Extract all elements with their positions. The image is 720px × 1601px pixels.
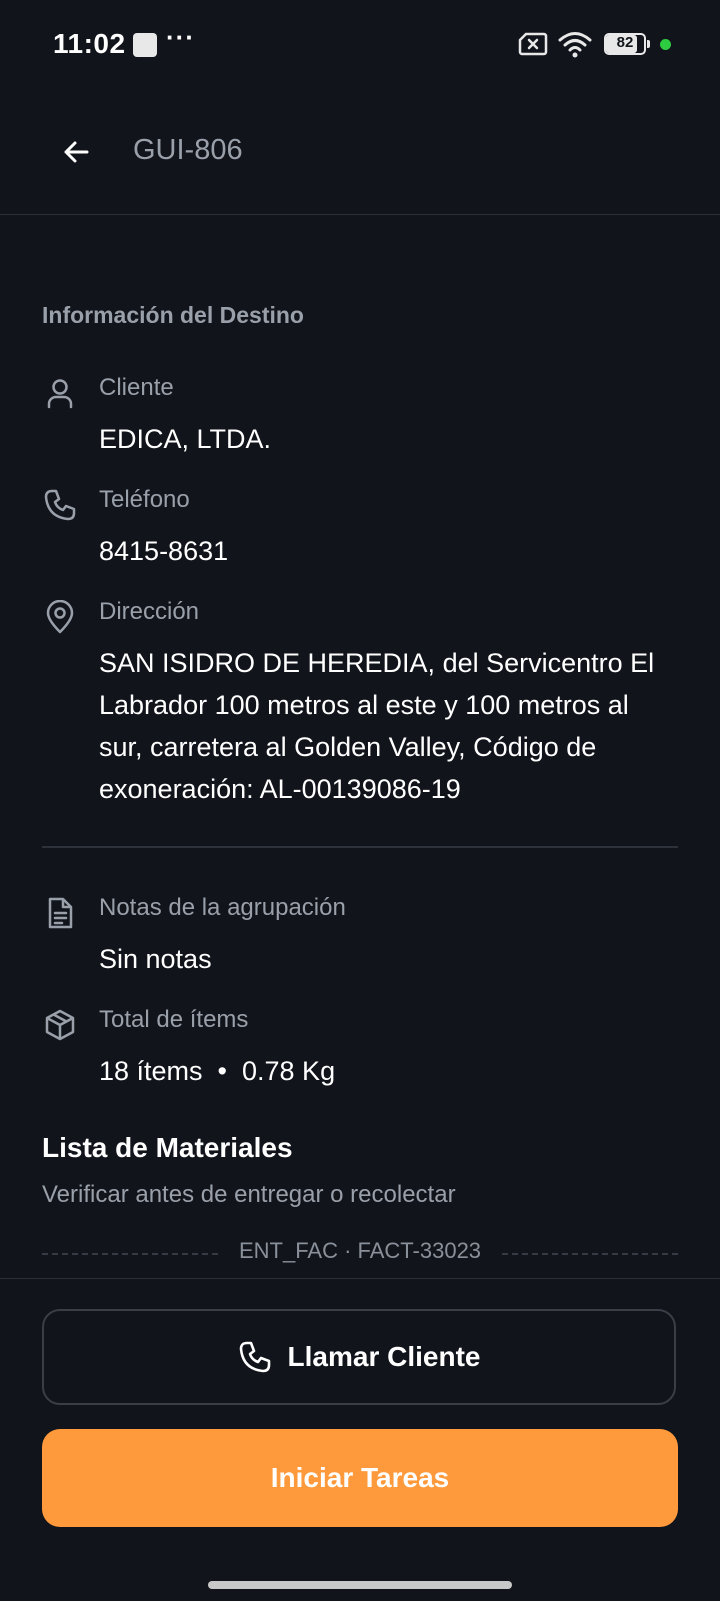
home-indicator[interactable]: [208, 1581, 512, 1589]
arrow-left-icon: [64, 141, 89, 163]
start-tasks-label: Iniciar Tareas: [270, 1462, 450, 1493]
status-time: 11:02: [53, 28, 126, 59]
battery-level: 82: [616, 34, 634, 51]
address-label: Dirección: [99, 598, 200, 625]
person-icon: [47, 379, 73, 409]
start-tasks-button[interactable]: Iniciar Tareas: [42, 1429, 678, 1527]
privacy-indicator-dot: [660, 39, 671, 50]
page-title: GUI-806: [133, 134, 243, 166]
sim-x-icon: [518, 32, 548, 56]
battery-icon: 82: [604, 33, 646, 55]
address-value: SAN ISIDRO DE HEREDIA, del Servicentro E…: [99, 648, 655, 804]
dash-line-right: [502, 1253, 678, 1255]
invoice-label: ENT_FAC · FACT-33023: [238, 1238, 482, 1263]
notes-value: Sin notas: [99, 944, 212, 974]
wifi-icon: [558, 32, 592, 58]
items-value: 18 ítems • 0.78 Kg: [99, 1056, 336, 1086]
phone-label: Teléfono: [99, 486, 190, 513]
battery-tip: [647, 40, 650, 48]
section-divider: [42, 846, 678, 848]
package-icon: [45, 1009, 75, 1041]
materials-subtitle: Verificar antes de entregar o recolectar: [42, 1181, 456, 1208]
bottom-action-panel: Llamar Cliente Iniciar Tareas: [0, 1278, 720, 1601]
app-bar: GUI-806: [0, 90, 720, 215]
call-client-button[interactable]: Llamar Cliente: [42, 1309, 676, 1405]
destination-section-title: Información del Destino: [42, 302, 304, 328]
materials-title: Lista de Materiales: [42, 1132, 293, 1163]
notes-label: Notas de la agrupación: [99, 894, 346, 921]
status-bar: 11:02 ··· 82: [0, 0, 720, 90]
more-notifications-icon: ···: [166, 22, 195, 52]
phone-value[interactable]: 8415-8631: [99, 530, 679, 572]
phone-icon: [44, 489, 76, 521]
phone-icon: [239, 1341, 270, 1373]
square-notification-icon: [133, 33, 157, 57]
document-icon: [48, 897, 73, 929]
call-client-label: Llamar Cliente: [287, 1341, 481, 1372]
invoice-separator: ENT_FAC · FACT-33023: [42, 1238, 678, 1268]
location-pin-icon: [46, 600, 74, 634]
back-button[interactable]: [52, 128, 100, 176]
client-label: Cliente: [99, 374, 174, 401]
client-value: EDICA, LTDA.: [99, 424, 272, 454]
items-label: Total de ítems: [99, 1006, 249, 1033]
